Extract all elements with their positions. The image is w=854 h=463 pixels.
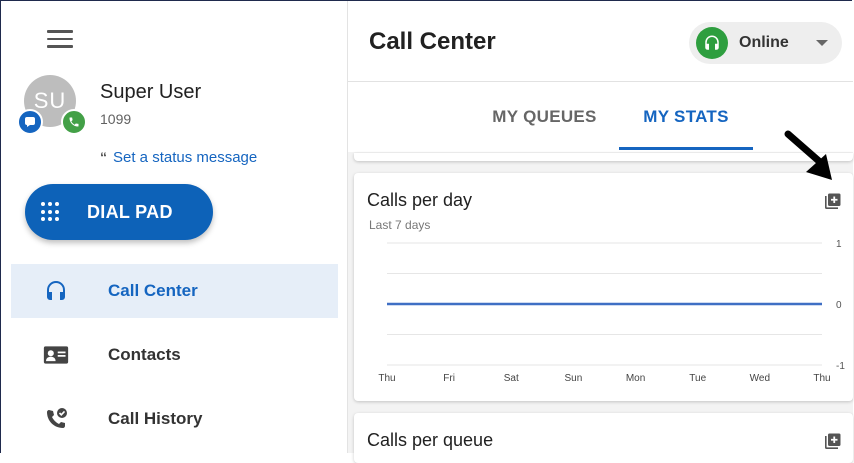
main-content: Call Center Online MY QUEUES MY STATS Ca… bbox=[348, 1, 853, 463]
quote-icon: “ bbox=[100, 149, 107, 165]
dialpad-icon bbox=[41, 202, 61, 222]
avatar-initials: SU bbox=[33, 88, 67, 113]
x-tick-label: Thu bbox=[813, 373, 830, 384]
x-tick-label: Sun bbox=[565, 373, 583, 384]
nav-label: Contacts bbox=[108, 345, 181, 364]
card-title: Calls per queue bbox=[367, 430, 494, 450]
annotation-arrow-icon bbox=[784, 130, 832, 180]
x-tick-label: Thu bbox=[378, 373, 395, 384]
nav-item-call-center[interactable]: Call Center bbox=[11, 264, 338, 318]
tab-bar: MY QUEUES MY STATS bbox=[348, 82, 853, 152]
nav-item-contacts[interactable]: Contacts bbox=[11, 328, 338, 382]
headset-status-icon bbox=[696, 27, 728, 59]
x-tick-label: Wed bbox=[750, 373, 770, 384]
presence-label: Online bbox=[739, 34, 789, 51]
page-title: Call Center bbox=[369, 28, 496, 55]
user-name: Super User bbox=[100, 81, 202, 103]
status-message-link[interactable]: “ Set a status message bbox=[100, 149, 257, 166]
nav-label: Call History bbox=[108, 409, 203, 428]
tab-my-stats[interactable]: MY STATS bbox=[619, 82, 753, 152]
hamburger-menu-icon[interactable] bbox=[47, 30, 73, 50]
expand-icon[interactable] bbox=[825, 433, 841, 449]
y-tick-label: -1 bbox=[836, 361, 845, 372]
x-tick-label: Fri bbox=[443, 373, 455, 384]
x-tick-label: Sat bbox=[504, 373, 519, 384]
chevron-down-icon bbox=[816, 40, 828, 46]
nav-item-call-history[interactable]: Call History bbox=[11, 392, 338, 446]
headset-icon bbox=[43, 278, 69, 304]
x-tick-label: Mon bbox=[626, 373, 645, 384]
presence-dropdown[interactable]: Online bbox=[689, 22, 842, 64]
top-bar: Call Center Online bbox=[348, 1, 853, 82]
chat-badge-icon bbox=[17, 109, 43, 135]
card-partial bbox=[354, 153, 853, 161]
x-tick-label: Tue bbox=[689, 373, 706, 384]
y-tick-label: 1 bbox=[836, 239, 842, 250]
phone-badge-icon bbox=[61, 109, 87, 135]
call-history-icon bbox=[43, 406, 69, 432]
calls-per-day-card: Calls per day Last 7 days 1 0 -1 Thu Fri Sat S… bbox=[354, 173, 853, 401]
tab-my-queues[interactable]: MY QUEUES bbox=[472, 82, 617, 152]
status-message-text: Set a status message bbox=[113, 149, 258, 166]
contact-card-icon bbox=[43, 342, 69, 368]
calls-per-queue-card: Calls per queue bbox=[354, 413, 853, 463]
user-extension: 1099 bbox=[100, 111, 132, 127]
sidebar: SU Super User 1099 “ Set a status message… bbox=[1, 1, 348, 453]
dial-pad-label: DIAL PAD bbox=[87, 201, 173, 222]
y-tick-label: 0 bbox=[836, 300, 842, 311]
calls-per-day-chart: 1 0 -1 Thu Fri Sat Sun Mon Tue Wed Thu bbox=[378, 239, 845, 384]
nav-label: Call Center bbox=[108, 281, 198, 300]
dial-pad-button[interactable]: DIAL PAD bbox=[25, 184, 213, 240]
